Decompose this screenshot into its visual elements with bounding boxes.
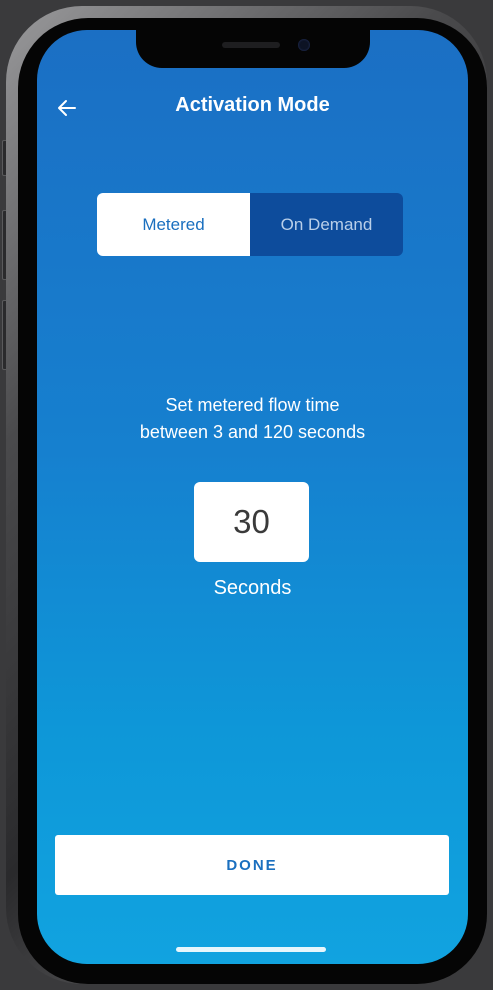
notch [136,30,370,68]
flow-time-input[interactable]: 30 [194,482,309,562]
page-title: Activation Mode [175,94,330,116]
segment-metered[interactable]: Metered [97,193,250,256]
activation-mode-toggle: Metered On Demand [97,193,403,256]
app-screen: Activation Mode Metered On Demand Set me… [37,30,468,964]
done-button[interactable]: DONE [55,835,449,895]
instruction-line-1: Set metered flow time [165,395,340,415]
earpiece-speaker [222,42,280,48]
phone-frame: Activation Mode Metered On Demand Set me… [0,0,493,990]
instruction-text: Set metered flow time between 3 and 120 … [37,392,468,446]
instruction-line-2: between 3 and 120 seconds [139,422,366,442]
unit-label: Seconds [213,577,292,599]
segment-on-demand[interactable]: On Demand [250,193,403,256]
home-indicator[interactable] [176,947,326,952]
front-camera-icon [298,39,310,51]
